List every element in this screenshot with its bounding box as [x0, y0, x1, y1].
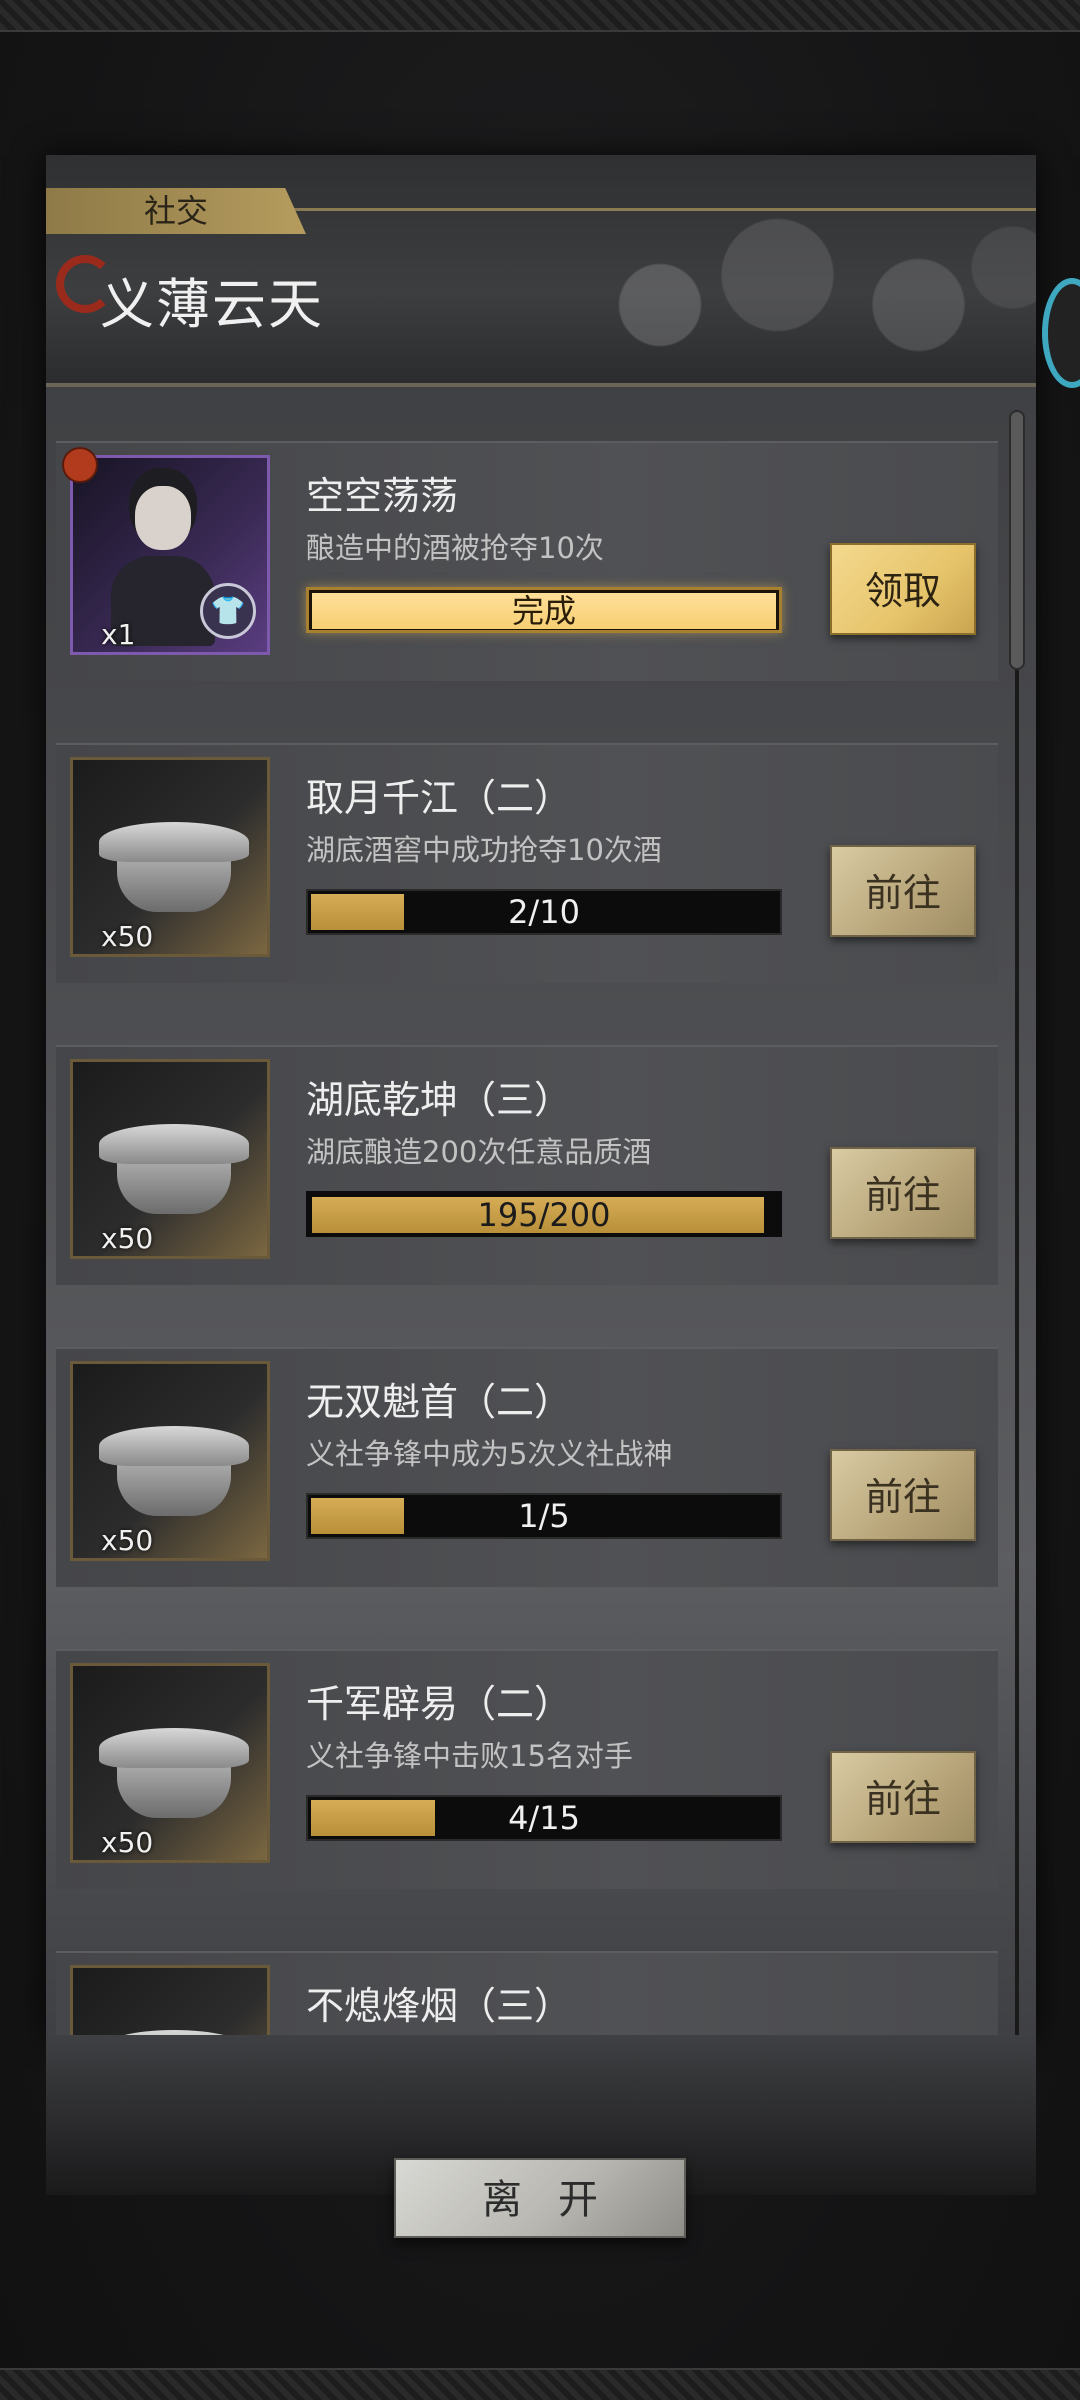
reward-quantity: x50 [101, 1222, 154, 1255]
task-description: 湖底酒窖中成功抢夺10次酒 [306, 833, 662, 867]
page-title: 义薄云天 [100, 273, 324, 336]
silver-ingot-icon [99, 1124, 249, 1214]
task-title: 取月千江（二） [306, 776, 573, 820]
goto-button[interactable]: 前往 [830, 1449, 976, 1541]
task-card: x50 千军辟易（二） 义社争锋中击败15名对手 4/15 前往 [56, 1649, 998, 1889]
shirt-icon: 👕 [200, 583, 256, 639]
task-title: 湖底乾坤（三） [306, 1078, 573, 1122]
progress-text: 195/200 [477, 1196, 611, 1234]
category-tab-social[interactable]: 社交 [46, 188, 306, 234]
task-description: 酿造中的酒被抢夺10次 [306, 531, 604, 565]
reward-icon-box[interactable]: x50 [70, 1059, 270, 1259]
task-progress-bar: 完成 [306, 587, 782, 633]
task-card: x50 无双魁首（二） 义社争锋中成为5次义社战神 1/5 前往 [56, 1347, 998, 1587]
task-card: x50 湖底乾坤（三） 湖底酿造200次任意品质酒 195/200 前往 [56, 1045, 998, 1285]
silver-ingot-icon [99, 822, 249, 912]
task-title: 空空荡荡 [306, 474, 459, 518]
reward-icon-box[interactable]: x50 [70, 1361, 270, 1561]
task-list[interactable]: x1 👕 空空荡荡 酿造中的酒被抢夺10次 完成 领取 x50 取月千江（二） … [46, 395, 1016, 2035]
notification-dot-icon [62, 447, 98, 483]
bottom-border [0, 2368, 1080, 2400]
scrollbar-thumb[interactable] [1009, 410, 1025, 670]
panel-header: 社交 义薄云天 [46, 155, 1036, 387]
task-progress-bar: 1/5 [306, 1493, 782, 1539]
reward-quantity: x50 [101, 920, 154, 953]
progress-text: 完成 [511, 592, 576, 630]
cloud-pattern [566, 215, 1036, 365]
claim-button[interactable]: 领取 [830, 543, 976, 635]
reward-quantity: x50 [101, 1826, 154, 1859]
goto-button[interactable]: 前往 [830, 845, 976, 937]
task-card: 不熄烽烟（三） [56, 1951, 998, 2035]
task-progress-bar: 195/200 [306, 1191, 782, 1237]
reward-icon-box[interactable]: x50 [70, 757, 270, 957]
top-border [0, 0, 1080, 32]
goto-button[interactable]: 前往 [830, 1147, 976, 1239]
task-progress-bar: 4/15 [306, 1795, 782, 1841]
task-card: x50 取月千江（二） 湖底酒窖中成功抢夺10次酒 2/10 前往 [56, 743, 998, 983]
reward-quantity: x1 [101, 618, 136, 651]
progress-text: 2/10 [508, 893, 580, 931]
task-title: 无双魁首（二） [306, 1380, 573, 1424]
task-title: 不熄烽烟（三） [306, 1984, 573, 2028]
task-description: 义社争锋中击败15名对手 [306, 1739, 633, 1773]
task-description: 义社争锋中成为5次义社战神 [306, 1437, 673, 1471]
leave-button[interactable]: 离开 [394, 2158, 686, 2238]
progress-text: 1/5 [518, 1497, 570, 1535]
goto-button[interactable]: 前往 [830, 1751, 976, 1843]
reward-icon-box[interactable]: x50 [70, 1663, 270, 1863]
silver-ingot-icon [99, 1426, 249, 1516]
task-progress-bar: 2/10 [306, 889, 782, 935]
task-title: 千军辟易（二） [306, 1682, 573, 1726]
reward-quantity: x50 [101, 1524, 154, 1557]
silver-ingot-icon [99, 1728, 249, 1818]
silver-ingot-icon [99, 2030, 249, 2035]
task-card: x1 👕 空空荡荡 酿造中的酒被抢夺10次 完成 领取 [56, 441, 998, 681]
task-description: 湖底酿造200次任意品质酒 [306, 1135, 652, 1169]
progress-text: 4/15 [508, 1799, 580, 1837]
reward-icon-box[interactable] [70, 1965, 270, 2035]
